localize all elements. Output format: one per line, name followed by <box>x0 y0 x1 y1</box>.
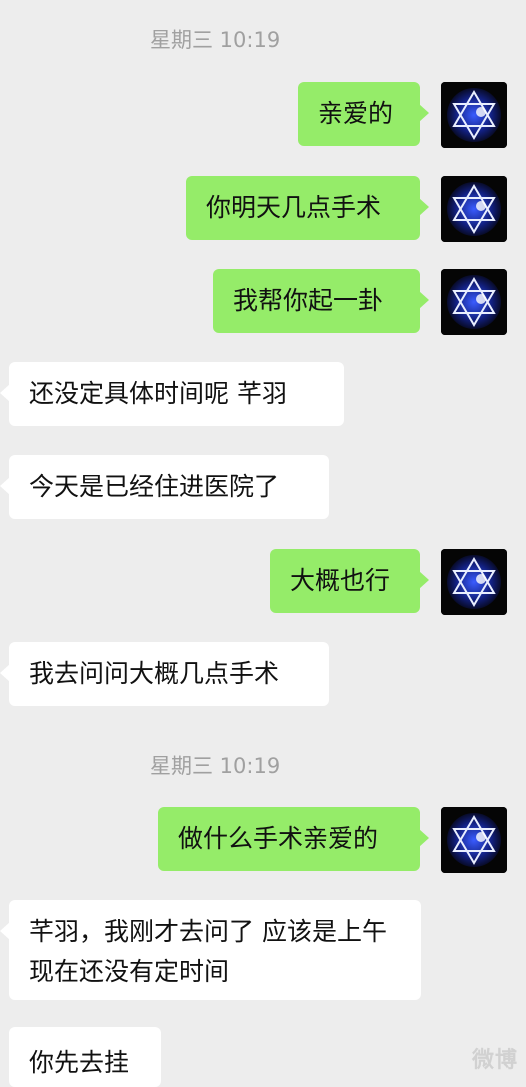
message-text: 大概也行 <box>290 566 391 595</box>
message-bubble-outgoing[interactable]: 亲爱的 <box>298 82 429 146</box>
message-bubble-incoming[interactable]: 你先去挂 <box>9 1027 161 1087</box>
avatar[interactable] <box>441 82 507 148</box>
message-text: 亲爱的 <box>318 99 394 128</box>
message-bubble-incoming[interactable]: 我去问问大概几点手术 <box>0 642 329 706</box>
message-text: 你先去挂 <box>29 1048 130 1077</box>
message-bubble-outgoing[interactable]: 做什么手术亲爱的 <box>158 807 429 871</box>
hexagram-avatar-icon <box>441 176 507 242</box>
hexagram-avatar-icon <box>441 82 507 148</box>
avatar[interactable] <box>441 807 507 873</box>
hexagram-avatar-icon <box>441 269 507 335</box>
message-text: 今天是已经住进医院了 <box>29 472 280 501</box>
message-bubble-outgoing[interactable]: 大概也行 <box>270 549 429 613</box>
message-text: 我去问问大概几点手术 <box>29 659 280 688</box>
message-bubble-incoming[interactable]: 芊羽，我刚才去问了 应该是上午 现在还没有定时间 <box>0 900 421 1000</box>
message-bubble-outgoing[interactable]: 你明天几点手术 <box>186 176 429 240</box>
message-text: 芊羽，我刚才去问了 应该是上午 现在还没有定时间 <box>29 917 387 986</box>
message-text: 做什么手术亲爱的 <box>178 824 379 853</box>
message-text: 还没定具体时间呢 芊羽 <box>29 379 287 408</box>
message-text: 你明天几点手术 <box>206 193 382 222</box>
avatar[interactable] <box>441 176 507 242</box>
avatar[interactable] <box>441 269 507 335</box>
message-bubble-outgoing[interactable]: 我帮你起一卦 <box>213 269 429 333</box>
avatar[interactable] <box>441 549 507 615</box>
chat-window: 星期三 10:19 亲爱的 你明天几点手术 我帮你起一卦 还没定具体时间呢 芊羽… <box>0 0 526 1087</box>
message-text: 我帮你起一卦 <box>233 286 384 315</box>
hexagram-avatar-icon <box>441 549 507 615</box>
message-bubble-incoming[interactable]: 还没定具体时间呢 芊羽 <box>0 362 344 426</box>
watermark: 微博 <box>471 1048 518 1073</box>
hexagram-avatar-icon <box>441 807 507 873</box>
message-bubble-incoming[interactable]: 今天是已经住进医院了 <box>0 455 329 519</box>
